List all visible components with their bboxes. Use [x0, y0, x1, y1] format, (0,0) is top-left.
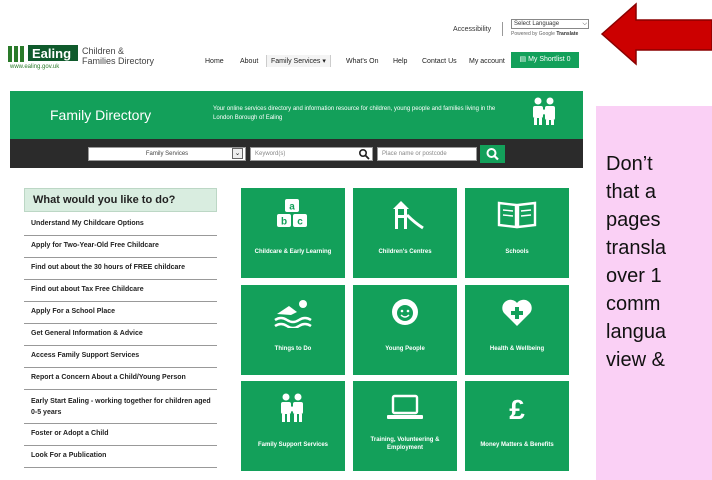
- tile-health-wellbeing[interactable]: Health & Wellbeing: [465, 285, 569, 375]
- laptop-icon: [387, 394, 423, 419]
- search-button[interactable]: [480, 145, 505, 163]
- nav-family-services[interactable]: Family Services ▾: [266, 55, 331, 67]
- search-icon[interactable]: [358, 148, 370, 160]
- nav-family-services-label: Family Services: [271, 58, 321, 65]
- note-line: langua: [606, 321, 667, 343]
- nav-about[interactable]: About: [240, 58, 258, 65]
- menu-item[interactable]: Get General Information & Advice: [24, 324, 217, 346]
- svg-text:£: £: [509, 394, 525, 424]
- tile-label: Family Support Services: [257, 442, 329, 448]
- menu-item[interactable]: Find out about the 30 hours of FREE chil…: [24, 258, 217, 280]
- menu-item[interactable]: Report a Concern About a Child/Young Per…: [24, 368, 217, 390]
- shortlist-count: 0: [566, 56, 571, 63]
- annotation-text: Don’t that a pages transla over 1 comm l…: [606, 150, 712, 374]
- menu-item[interactable]: Access Family Support Services: [24, 346, 217, 368]
- tile-money-matters[interactable]: £ Money Matters & Benefits: [465, 381, 569, 471]
- place-input[interactable]: Place name or postcode: [377, 147, 477, 161]
- abc-blocks-icon: a b c: [277, 199, 307, 228]
- tile-training[interactable]: Training, Volunteering & Employment: [353, 381, 457, 471]
- chevron-down-icon: ⌵: [582, 21, 587, 27]
- logo-url: www.ealing.gov.uk: [10, 64, 60, 70]
- shortlist-label: My Shortlist: [528, 56, 565, 63]
- keyword-input[interactable]: Keyword(s): [250, 147, 373, 161]
- menu-item[interactable]: Look For a Publication: [24, 446, 217, 468]
- tile-young-people[interactable]: Young People: [353, 285, 457, 375]
- hero-description: Your online services directory and infor…: [213, 106, 496, 121]
- red-arrow-icon: [600, 2, 712, 66]
- tile-label: Money Matters & Benefits: [480, 442, 554, 448]
- swimmer-icon: [274, 300, 312, 328]
- translate-link[interactable]: Translate: [556, 31, 578, 37]
- family-icon: [533, 97, 555, 125]
- menu-item[interactable]: Foster or Adopt a Child: [24, 424, 217, 446]
- search-icon: [486, 148, 499, 161]
- family-icon: [281, 393, 303, 422]
- note-line: pages: [606, 209, 661, 231]
- my-shortlist-button[interactable]: ▤ My Shortlist 0: [511, 52, 579, 68]
- page-title: Family Directory: [50, 107, 152, 123]
- tile-schools[interactable]: Schools: [465, 188, 569, 278]
- tile-label: Young People: [385, 346, 425, 352]
- nav-help[interactable]: Help: [393, 58, 407, 65]
- headphones-face-icon: [392, 299, 418, 325]
- nav-whats-on[interactable]: What's On: [346, 58, 378, 65]
- note-line: Don’t: [606, 153, 653, 175]
- tile-family-support[interactable]: Family Support Services: [241, 381, 345, 471]
- svg-text:c: c: [297, 217, 303, 228]
- nav-contact[interactable]: Contact Us: [422, 58, 457, 65]
- menu-item[interactable]: Apply for Two-Year-Old Free Childcare: [24, 236, 217, 258]
- menu-item[interactable]: Apply For a School Place: [24, 302, 217, 324]
- powered-by-label: Powered by Google: [511, 31, 555, 37]
- heart-plus-icon: [502, 299, 532, 326]
- menu-item[interactable]: Early Start Ealing - working together fo…: [24, 390, 217, 424]
- tile-label: Children's Centres: [378, 249, 432, 255]
- logo-wordmark: Ealing: [32, 46, 71, 61]
- playground-icon: [393, 201, 424, 230]
- tile-childrens-centres[interactable]: Children's Centres: [353, 188, 457, 278]
- tile-things-to-do[interactable]: Things to Do: [241, 285, 345, 375]
- svg-text:b: b: [281, 217, 287, 228]
- menu-item[interactable]: Find out about Tax Free Childcare: [24, 280, 217, 302]
- site-title-line1: Children &: [82, 46, 125, 56]
- site-title-line2: Families Directory: [82, 56, 155, 66]
- divider: [502, 22, 503, 36]
- nav-my-account[interactable]: My account: [469, 58, 505, 65]
- note-line: transla: [606, 237, 667, 259]
- caret-down-icon: ▾: [322, 58, 326, 65]
- menu-item[interactable]: Understand My Childcare Options: [24, 214, 217, 236]
- tile-label: Training, Volunteering & Employment: [370, 437, 440, 451]
- tile-label: Things to Do: [274, 346, 312, 352]
- tile-label: Childcare & Early Learning: [254, 249, 332, 255]
- site-title: Children & Families Directory: [82, 46, 154, 66]
- task-menu: Understand My Childcare Options Apply fo…: [24, 214, 217, 468]
- accessibility-link[interactable]: Accessibility: [453, 26, 491, 33]
- tile-childcare[interactable]: a b c Childcare & Early Learning: [241, 188, 345, 278]
- language-select-value: Select Language: [514, 21, 560, 27]
- chevron-down-icon[interactable]: ⌄: [232, 148, 243, 159]
- tile-label: Schools: [505, 249, 529, 255]
- shortlist-icon: ▤: [519, 56, 527, 63]
- category-select[interactable]: Family Services: [88, 147, 246, 161]
- pound-sign-icon: £: [509, 394, 525, 424]
- note-line: that a: [606, 181, 657, 203]
- book-icon: [497, 201, 537, 229]
- nav-home[interactable]: Home: [205, 58, 224, 65]
- menu-heading: What would you like to do?: [24, 188, 217, 212]
- note-line: over 1: [606, 265, 662, 287]
- svg-text:a: a: [289, 202, 295, 213]
- note-line: comm: [606, 293, 661, 315]
- language-select[interactable]: Select Language ⌵: [511, 19, 589, 29]
- powered-by-google: Powered by Google Translate: [511, 31, 578, 37]
- ealing-logo[interactable]: Ealing: [8, 43, 80, 65]
- tile-label: Health & Wellbeing: [489, 346, 545, 352]
- note-line: view &: [606, 349, 665, 371]
